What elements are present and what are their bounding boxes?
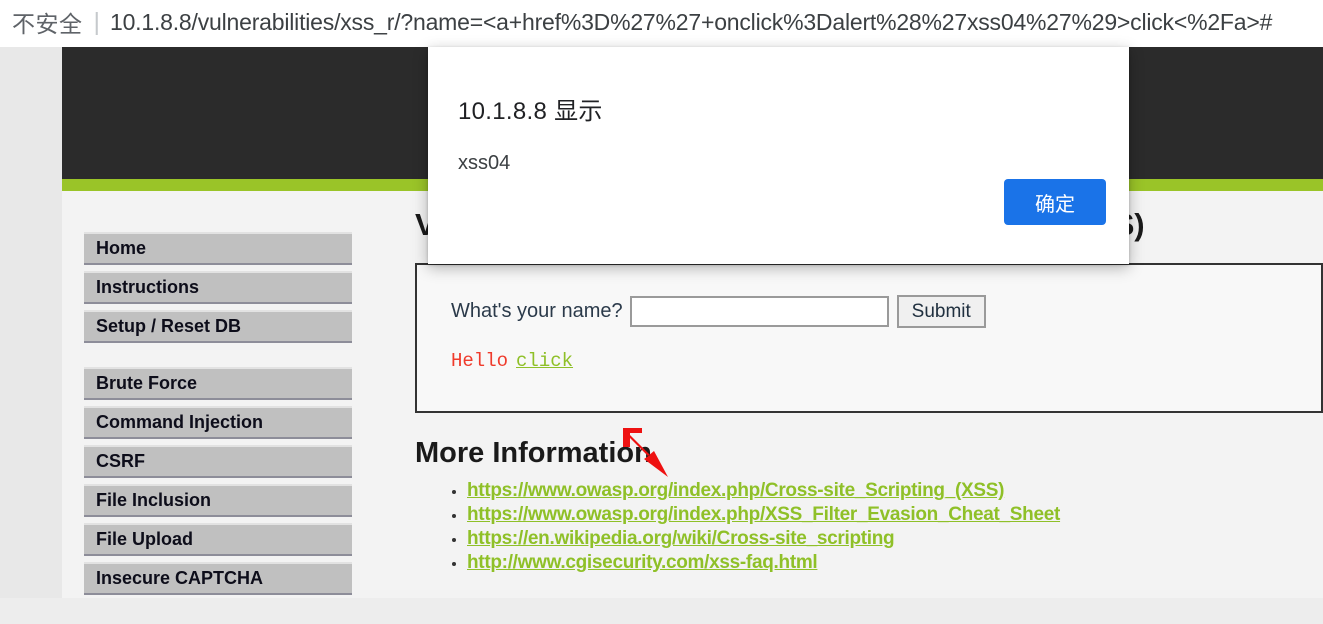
list-item: http://www.cgisecurity.com/xss-faq.html [467, 552, 1315, 574]
url-text: 10.1.8.8/vulnerabilities/xss_r/?name=<a+… [110, 8, 1273, 35]
more-information-heading: More Information [415, 437, 652, 469]
dialog-ok-button[interactable]: 确定 [1004, 179, 1106, 225]
sidebar-item-csrf[interactable]: CSRF [84, 445, 352, 478]
sidebar-item-home[interactable]: Home [84, 232, 352, 265]
dialog-message: xss04 [458, 152, 511, 174]
browser-screenshot: 不安全 | 10.1.8.8/vulnerabilities/xss_r/?na… [0, 0, 1323, 624]
sidebar-item-command-injection[interactable]: Command Injection [84, 406, 352, 439]
sidebar-navigation: Home Instructions Setup / Reset DB Brute… [84, 232, 352, 598]
xss-form-panel: What's your name? Submit Hello click [415, 263, 1323, 413]
xss-output-greeting: Hello click [451, 350, 1321, 372]
more-info-link-cgisecurity-faq[interactable]: http://www.cgisecurity.com/xss-faq.html [467, 552, 818, 573]
browser-address-bar[interactable]: 不安全 | 10.1.8.8/vulnerabilities/xss_r/?na… [0, 0, 1323, 44]
window-bottom-strip [0, 598, 1323, 624]
sidebar-item-insecure-captcha[interactable]: Insecure CAPTCHA [84, 562, 352, 595]
name-form-row: What's your name? Submit [451, 295, 1321, 328]
name-field-label: What's your name? [451, 300, 623, 322]
list-item: https://en.wikipedia.org/wiki/Cross-site… [467, 528, 1315, 550]
more-info-link-wikipedia-xss[interactable]: https://en.wikipedia.org/wiki/Cross-site… [467, 528, 895, 549]
sidebar-group-general: Home Instructions Setup / Reset DB [84, 232, 352, 343]
address-bar-divider: | [93, 7, 101, 36]
sidebar-group-vulnerabilities: Brute Force Command Injection CSRF File … [84, 367, 352, 595]
more-info-link-owasp-xss[interactable]: https://www.owasp.org/index.php/Cross-si… [467, 480, 1004, 501]
sidebar-item-file-inclusion[interactable]: File Inclusion [84, 484, 352, 517]
sidebar-item-brute-force[interactable]: Brute Force [84, 367, 352, 400]
more-info-link-owasp-filter-evasion[interactable]: https://www.owasp.org/index.php/XSS_Filt… [467, 504, 1060, 525]
more-information-list: https://www.owasp.org/index.php/Cross-si… [415, 480, 1315, 574]
list-item: https://www.owasp.org/index.php/XSS_Filt… [467, 504, 1315, 526]
security-status-label: 不安全 [12, 11, 83, 37]
sidebar-item-file-upload[interactable]: File Upload [84, 523, 352, 556]
injected-click-link[interactable]: click [516, 350, 573, 372]
sidebar-item-setup-reset-db[interactable]: Setup / Reset DB [84, 310, 352, 343]
list-item: https://www.owasp.org/index.php/Cross-si… [467, 480, 1315, 502]
submit-button[interactable]: Submit [896, 295, 986, 328]
name-input[interactable] [629, 296, 889, 327]
javascript-alert-dialog: 10.1.8.8 显示 xss04 确定 [428, 47, 1129, 264]
sidebar-item-instructions[interactable]: Instructions [84, 271, 352, 304]
dialog-title: 10.1.8.8 显示 [458, 98, 603, 125]
greeting-text: Hello [451, 350, 509, 372]
